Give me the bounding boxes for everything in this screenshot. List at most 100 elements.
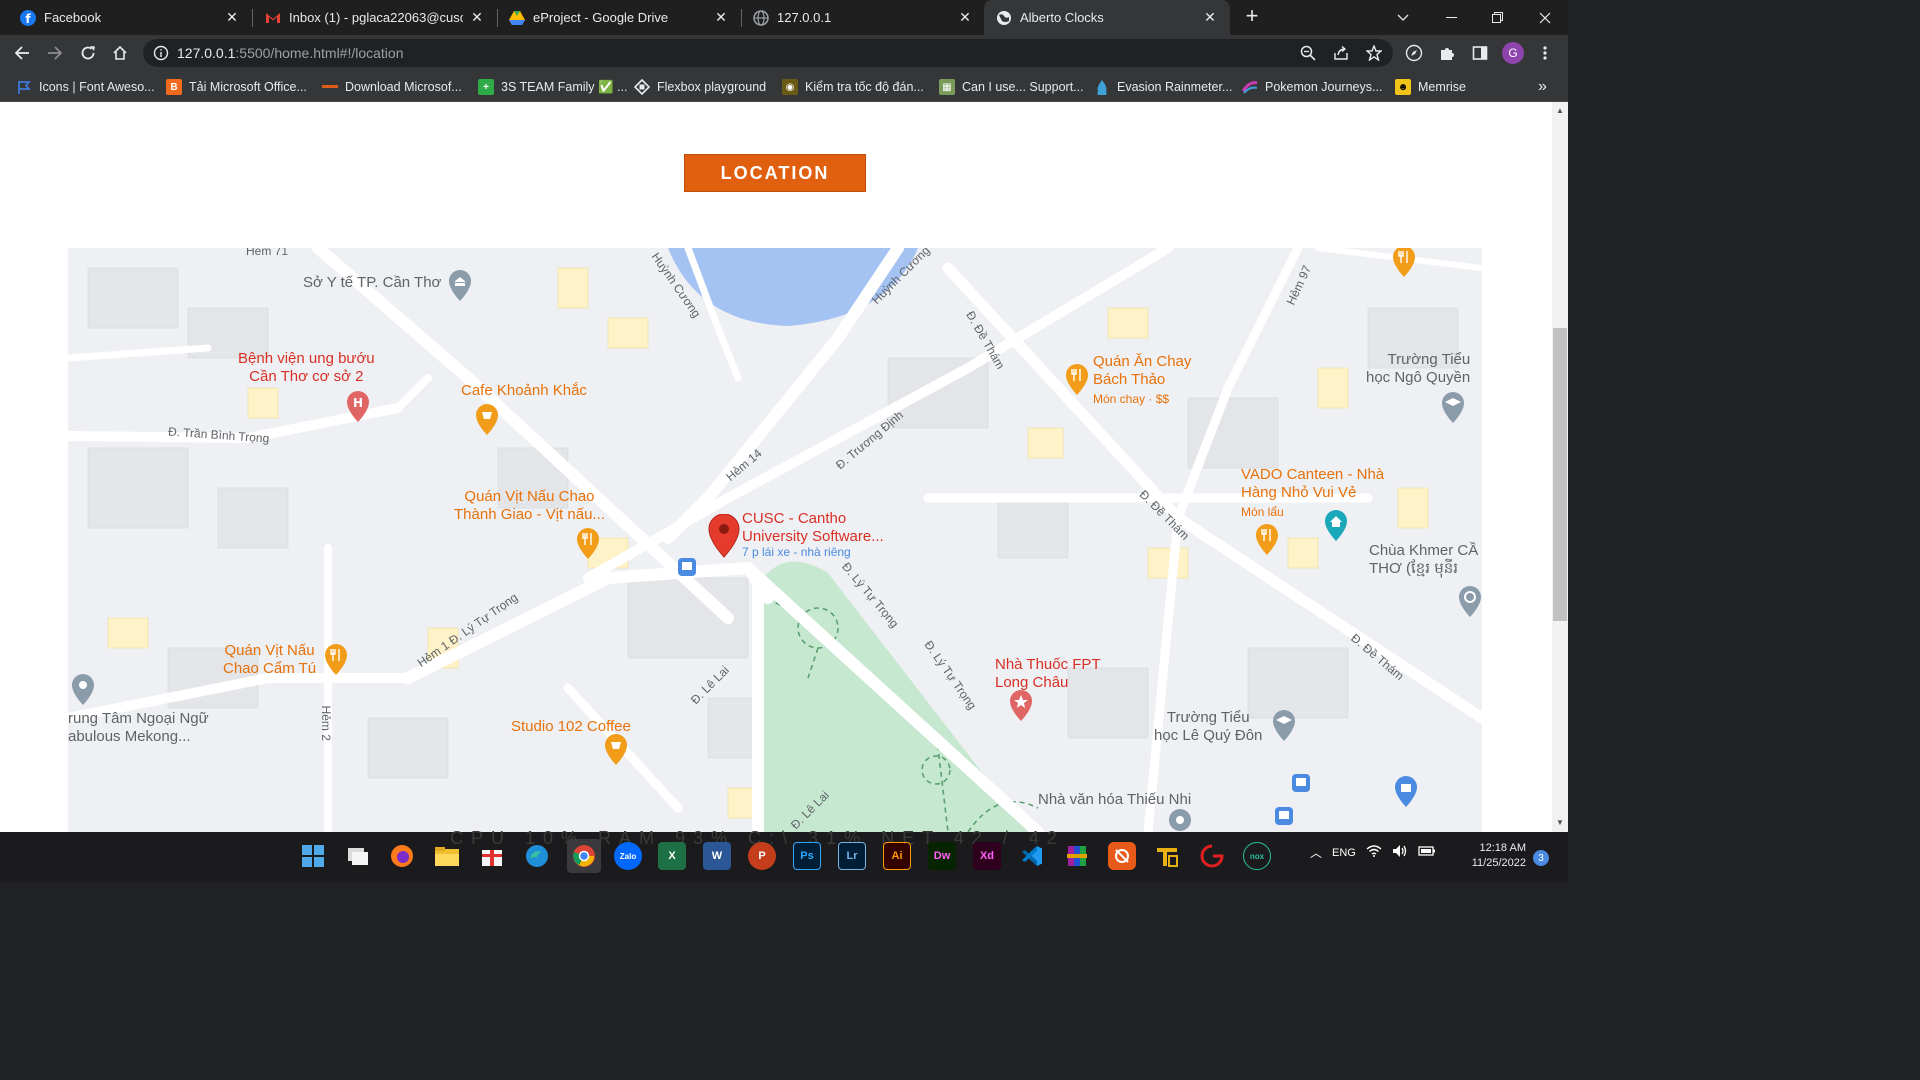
minimize-button[interactable]	[1428, 0, 1474, 35]
restaurant-pin-icon[interactable]	[1065, 364, 1089, 396]
bookmark-star-icon[interactable]	[1364, 43, 1384, 63]
poi-label[interactable]: VADO Canteen - Nhà Hàng Nhỏ Vui Vẻ	[1241, 466, 1384, 502]
restaurant-pin-icon[interactable]	[576, 528, 600, 560]
zalo-icon[interactable]: Zalo	[614, 842, 642, 870]
scrollbar-thumb[interactable]	[1553, 328, 1567, 621]
bookmark-item[interactable]: Pokemon Journeys...	[1242, 78, 1382, 96]
bookmark-item[interactable]: Icons | Font Aweso...	[16, 78, 155, 96]
restore-button[interactable]	[1474, 0, 1520, 35]
cafe-pin-icon[interactable]	[604, 734, 628, 766]
gift-app-icon[interactable]	[478, 842, 506, 870]
poi-label[interactable]: Cafe Khoảnh Khắc	[461, 382, 587, 400]
xd-icon[interactable]: Xd	[973, 842, 1001, 870]
chrome-icon[interactable]	[567, 839, 601, 873]
utility-app-icon[interactable]	[1153, 842, 1181, 870]
close-icon[interactable]: ✕	[713, 9, 729, 26]
start-button[interactable]	[299, 842, 327, 870]
tab-alberto-clocks[interactable]: Alberto Clocks ✕	[984, 0, 1230, 35]
poi-label-cusc[interactable]: CUSC - Cantho University Software...	[742, 510, 884, 546]
zoom-icon[interactable]	[1298, 43, 1318, 63]
bookmark-item[interactable]: Download Microsof...	[322, 78, 462, 96]
close-icon[interactable]: ✕	[957, 9, 973, 26]
government-pin-icon[interactable]	[448, 270, 472, 302]
embedded-map[interactable]: Hẻm 71 Đ. Trần Bình Trọng Huỳnh Cương Hu…	[68, 248, 1482, 832]
winrar-icon[interactable]	[1063, 842, 1091, 870]
forward-button[interactable]	[43, 41, 67, 65]
hospital-pin-icon[interactable]: H	[346, 391, 370, 423]
school-pin-icon[interactable]	[1441, 392, 1465, 424]
edge-icon[interactable]	[523, 842, 551, 870]
poi-label[interactable]: rung Tâm Ngoại Ngữ abulous Mekong...	[68, 710, 209, 746]
tab-localhost[interactable]: 127.0.0.1 ✕	[733, 0, 985, 35]
bus-stop-icon[interactable]	[676, 556, 698, 578]
tab-gmail[interactable]: Inbox (1) - pglaca22063@cusc.ctu ✕	[245, 0, 497, 35]
place-of-worship-pin-icon[interactable]	[1458, 586, 1482, 618]
school-pin-icon[interactable]	[1272, 710, 1296, 742]
close-icon[interactable]: ✕	[469, 9, 485, 26]
poi-label[interactable]: Quán Vịt Nấu Chao Cẩm Tú	[223, 642, 316, 678]
poi-label[interactable]: Quán Vịt Nấu Chao Thành Giao - Vịt nấu..…	[454, 488, 605, 524]
photoshop-icon[interactable]: Ps	[793, 842, 821, 870]
notification-badge[interactable]: 3	[1533, 850, 1549, 866]
close-icon[interactable]: ✕	[224, 9, 240, 26]
bookmark-item[interactable]: Flexbox playground	[634, 78, 766, 96]
poi-label[interactable]: Trường Tiểu học Lê Quý Đôn	[1154, 709, 1262, 745]
menu-kebab-icon[interactable]	[1535, 43, 1555, 63]
home-button[interactable]	[108, 41, 132, 65]
compass-extension-icon[interactable]	[1404, 43, 1424, 63]
language-indicator[interactable]: ENG	[1332, 847, 1356, 859]
bookmark-item[interactable]: + 3S TEAM Family ✅ ...	[478, 78, 627, 96]
poi-label[interactable]: Sở Y tế TP. Cần Thơ	[303, 274, 441, 292]
back-button[interactable]	[10, 41, 34, 65]
poi-label[interactable]: Nhà Thuốc FPT Long Châu	[995, 656, 1101, 692]
bookmark-item[interactable]: B Tải Microsoft Office...	[166, 78, 307, 96]
new-tab-button[interactable]: +	[1241, 5, 1263, 28]
dreamweaver-icon[interactable]: Dw	[928, 842, 956, 870]
task-view-icon[interactable]	[344, 842, 372, 870]
pharmacy-pin-icon[interactable]	[1009, 690, 1033, 722]
site-info-icon[interactable]	[153, 45, 169, 61]
profile-avatar[interactable]: G	[1502, 42, 1524, 64]
file-explorer-icon[interactable]	[433, 842, 461, 870]
close-icon[interactable]: ✕	[1202, 9, 1218, 26]
tab-google-drive[interactable]: eProject - Google Drive ✕	[489, 0, 741, 35]
close-window-button[interactable]	[1522, 0, 1568, 35]
bookmark-item[interactable]: ◉ Kiểm tra tốc độ đán...	[782, 78, 924, 96]
poi-label[interactable]: Nhà văn hóa Thiếu Nhi	[1038, 791, 1191, 809]
shopping-pin-icon[interactable]	[1394, 776, 1418, 808]
reload-button[interactable]	[76, 41, 100, 65]
side-panel-icon[interactable]	[1470, 43, 1490, 63]
bookmarks-overflow-button[interactable]: »	[1538, 78, 1547, 96]
bookmark-item[interactable]: ☻ Memrise	[1395, 78, 1466, 96]
tab-search-chevron-icon[interactable]	[1380, 0, 1426, 35]
bus-stop-icon[interactable]	[1290, 772, 1312, 794]
lightroom-icon[interactable]: Lr	[838, 842, 866, 870]
volume-icon[interactable]	[1392, 844, 1408, 861]
share-icon[interactable]	[1331, 43, 1351, 63]
poi-label[interactable]: Trường Tiểu học Ngô Quyền	[1366, 351, 1470, 387]
wifi-icon[interactable]	[1366, 845, 1382, 860]
illustrator-icon[interactable]: Ai	[883, 842, 911, 870]
bus-stop-icon[interactable]	[1273, 805, 1295, 827]
vscode-icon[interactable]	[1018, 842, 1046, 870]
bookmark-item[interactable]: ▦ Can I use... Support...	[939, 78, 1084, 96]
address-bar[interactable]: 127.0.0.1:5500/home.html#!/location	[143, 39, 1393, 67]
restaurant-pin-icon[interactable]	[1255, 524, 1279, 556]
location-pin-icon[interactable]	[71, 674, 95, 706]
firefox-icon[interactable]	[388, 842, 416, 870]
location-heading-button[interactable]: LOCATION	[684, 154, 866, 192]
extensions-puzzle-icon[interactable]	[1437, 43, 1457, 63]
location-marker-icon[interactable]	[708, 514, 740, 558]
restaurant-pin-icon[interactable]	[324, 644, 348, 676]
scroll-up-arrow-icon[interactable]: ▲	[1553, 106, 1567, 118]
word-icon[interactable]: W	[703, 842, 731, 870]
poi-label[interactable]: Bệnh viện ung bướu Cần Thơ cơ sở 2	[238, 350, 375, 386]
tray-overflow-chevron-icon[interactable]: ︿	[1310, 844, 1322, 861]
poi-label[interactable]: Chùa Khmer CẦ THƠ (ខ្មែរ មុនីរ	[1369, 542, 1478, 578]
excel-icon[interactable]: X	[658, 842, 686, 870]
restaurant-pin-icon[interactable]	[1392, 248, 1416, 278]
place-pin-icon[interactable]	[1168, 808, 1192, 832]
scroll-down-arrow-icon[interactable]: ▼	[1553, 818, 1567, 830]
nox-icon[interactable]: nox	[1243, 842, 1271, 870]
poi-label[interactable]: Quán Ăn Chay Bách Thảo	[1093, 353, 1191, 389]
